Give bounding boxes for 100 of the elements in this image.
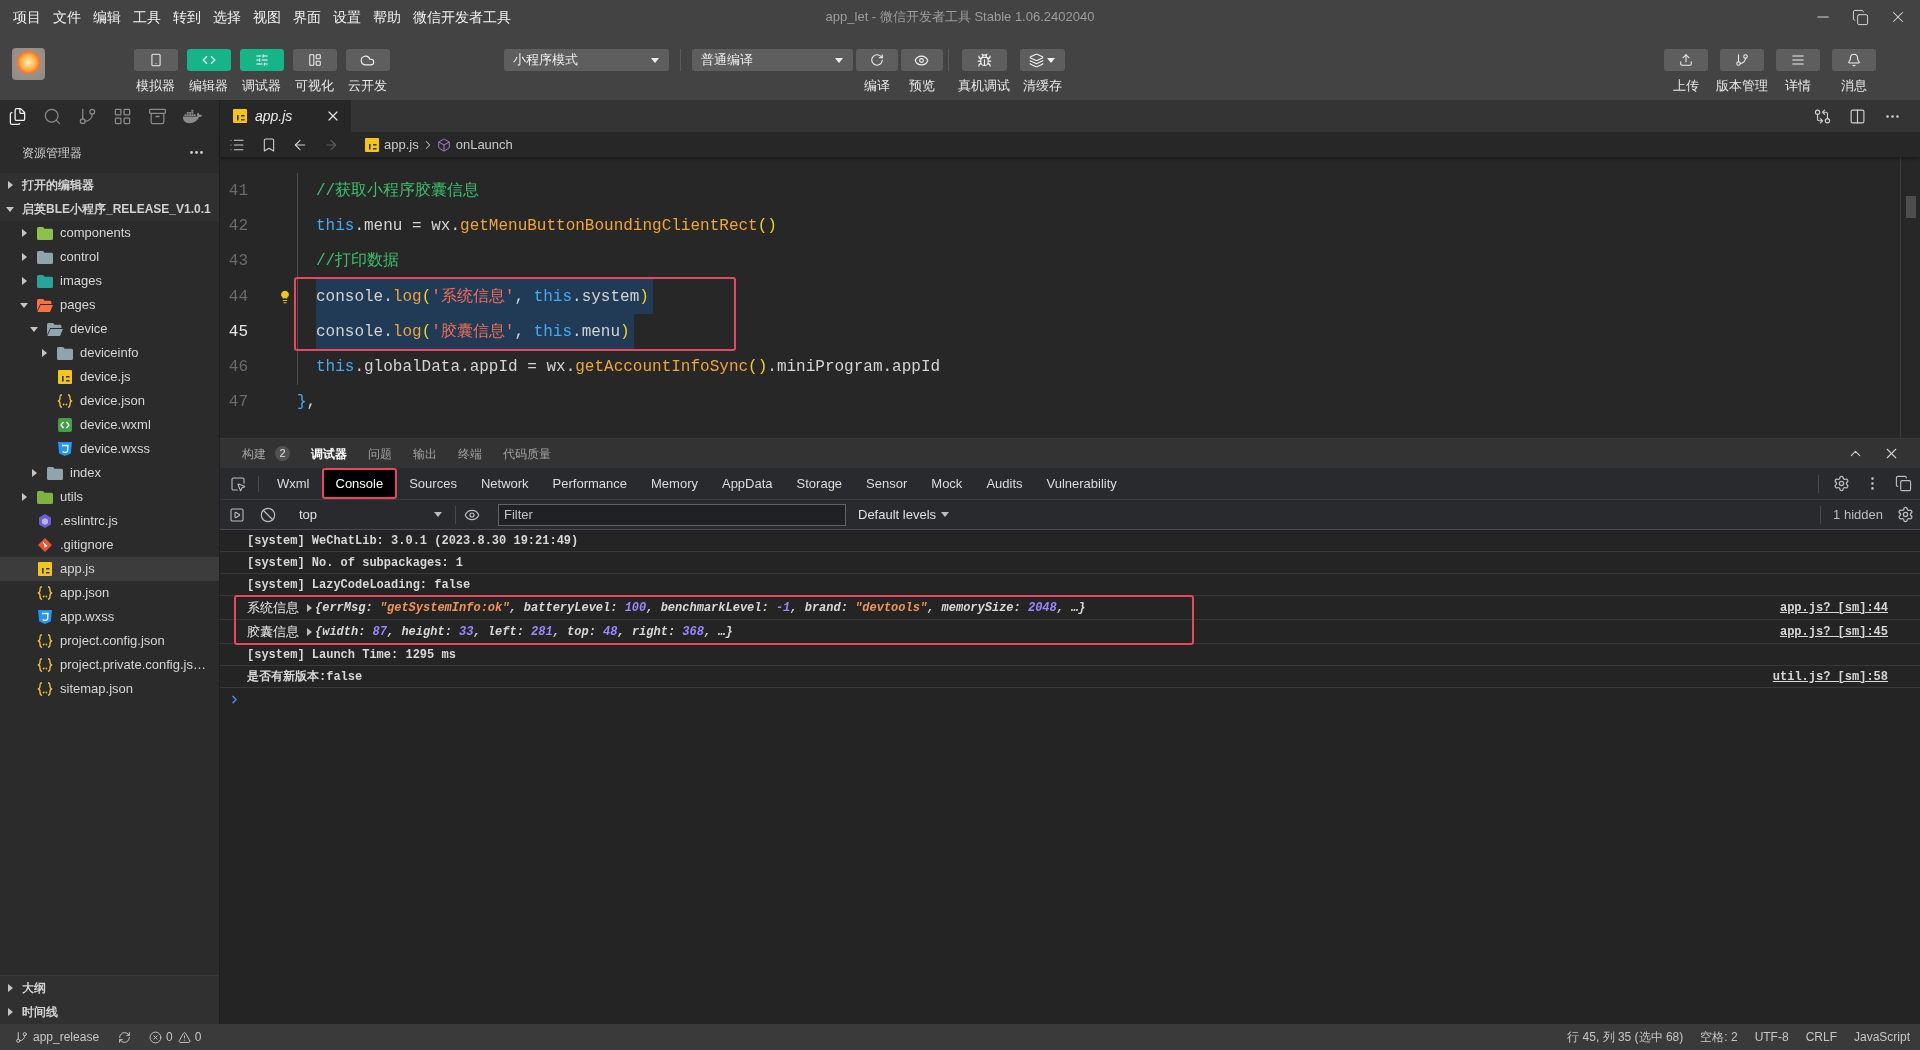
tree-item[interactable]: project.private.config.js… [0, 653, 219, 677]
tree-item[interactable]: app.json [0, 581, 219, 605]
error-icon[interactable] [149, 1030, 163, 1044]
devtools-tab[interactable]: Console [321, 468, 398, 499]
devtools-tab[interactable]: Wxml [265, 468, 322, 499]
tree-item[interactable]: device.wxss [0, 437, 219, 461]
toolbar-button[interactable] [1720, 49, 1764, 71]
caret-right-icon[interactable] [41, 349, 47, 357]
status-item[interactable]: 空格: 2 [1700, 1028, 1738, 1046]
status-item[interactable]: CRLF [1805, 1028, 1837, 1046]
toolbar-button[interactable] [186, 49, 231, 71]
caret-right-icon[interactable] [31, 469, 37, 477]
devtools-tab[interactable]: Storage [784, 468, 855, 499]
menu-item[interactable]: 文件 [53, 8, 81, 26]
breadcrumb-item[interactable]: onLaunch [455, 134, 513, 155]
panel-tab[interactable]: 调试器 [311, 444, 347, 463]
status-item[interactable]: 行 45, 列 35 (选中 68) [1567, 1028, 1684, 1046]
caret-down-icon[interactable] [6, 206, 14, 212]
devtools-tab[interactable]: Audits [974, 468, 1035, 499]
toolbar-button[interactable] [1832, 49, 1876, 71]
menu-item[interactable]: 选择 [213, 8, 241, 26]
menu-item[interactable]: 设置 [333, 8, 361, 26]
toolbar-button[interactable] [900, 49, 943, 71]
devtools-tab[interactable]: Sensor [854, 468, 920, 499]
tree-item[interactable]: app.js [0, 557, 219, 581]
section-title[interactable]: 时间线 [22, 1003, 58, 1021]
caret-right-icon[interactable] [7, 1008, 13, 1016]
devtools-tab[interactable]: Memory [639, 468, 710, 499]
toolbar-button[interactable] [292, 49, 337, 71]
panel-tab[interactable]: 构建 [242, 444, 266, 463]
search-icon[interactable] [43, 106, 62, 126]
caret-right-icon[interactable] [21, 493, 27, 501]
panel-tab[interactable]: 代码质量 [503, 444, 551, 463]
menu-item[interactable]: 编辑 [93, 8, 121, 26]
tree-item[interactable]: sitemap.json [0, 677, 219, 701]
devtools-tab[interactable]: Performance [540, 468, 639, 499]
status-item[interactable]: JavaScript [1853, 1028, 1910, 1046]
toolbar-button[interactable] [855, 49, 898, 71]
lightbulb-icon[interactable] [278, 289, 292, 304]
status-item[interactable]: UTF-8 [1754, 1028, 1789, 1046]
archive-icon[interactable] [148, 106, 167, 126]
tree-item[interactable]: images [0, 269, 219, 293]
tree-item[interactable]: .eslintrc.js [0, 509, 219, 533]
tree-item[interactable]: utils [0, 485, 219, 509]
section-title[interactable]: 大纲 [22, 979, 46, 997]
tree-item[interactable]: index [0, 461, 219, 485]
menu-item[interactable]: 工具 [133, 8, 161, 26]
tree-item[interactable]: deviceinfo [0, 341, 219, 365]
devtools-tab[interactable]: Network [468, 468, 541, 499]
menu-item[interactable]: 界面 [293, 8, 321, 26]
tree-item[interactable]: device.wxml [0, 413, 219, 437]
warning-icon[interactable] [177, 1030, 191, 1044]
tree-item[interactable]: device.json [0, 389, 219, 413]
scrollbar-thumb[interactable] [1905, 196, 1916, 218]
inspect-icon[interactable] [230, 475, 246, 492]
toolbar-button[interactable] [239, 49, 284, 71]
object-preview[interactable]: {width: 87, height: 33, left: 281, top: 48, right: 368, …} [315, 622, 733, 641]
branch-name[interactable]: app_release [33, 1028, 100, 1046]
toolbar-button[interactable] [345, 49, 390, 71]
toolbar-button[interactable] [1019, 49, 1065, 71]
mode-select[interactable]: 小程序模式 [504, 49, 669, 71]
windows-icon[interactable] [1895, 475, 1912, 492]
filter-field[interactable]: Filter [498, 503, 846, 526]
bookmark-icon[interactable] [261, 136, 277, 153]
tree-item[interactable]: device.js [0, 365, 219, 389]
object-preview[interactable]: {errMsg: "getSystemInfo:ok", batteryLevel: 100, benchmarkLevel: -1, brand: "devtools", memorySize: 2048, …} [315, 598, 1086, 617]
menu-item[interactable]: 项目 [13, 8, 41, 26]
source-link[interactable]: app.js? [sm]:44 [1779, 598, 1888, 617]
settings-icon[interactable] [1897, 506, 1914, 523]
panel-tab[interactable]: 终端 [458, 444, 482, 463]
split-icon[interactable] [1849, 107, 1866, 125]
caret-right-icon[interactable] [307, 603, 312, 612]
devtools-tab[interactable]: AppData [709, 468, 785, 499]
compare-icon[interactable] [1814, 107, 1831, 125]
compile-select[interactable]: 普通编译 [692, 49, 853, 71]
panel-tab[interactable]: 问题 [368, 444, 392, 463]
caret-down-icon[interactable] [30, 326, 38, 332]
menu-item[interactable]: 转到 [173, 8, 201, 26]
menu-item[interactable]: 视图 [253, 8, 281, 26]
tree-item[interactable]: app.wxss [0, 605, 219, 629]
tree-item[interactable]: project.config.json [0, 629, 219, 653]
caret-right-icon[interactable] [7, 181, 13, 189]
tree-item[interactable]: pages [0, 293, 219, 317]
grid-icon[interactable] [113, 106, 132, 126]
caret-right-icon[interactable] [21, 229, 27, 237]
caret-right-icon[interactable] [21, 253, 27, 261]
branch-icon[interactable] [15, 1030, 28, 1044]
caret-right-icon[interactable] [7, 984, 13, 992]
devtools-tab[interactable]: Sources [397, 468, 469, 499]
editor-tab[interactable]: app.js [220, 100, 351, 132]
caret-right-icon[interactable] [307, 627, 312, 636]
devtools-tab[interactable]: Vulnerability [1034, 468, 1129, 499]
avatar-image[interactable] [12, 48, 45, 80]
clear-icon[interactable] [260, 506, 276, 523]
tree-item[interactable]: .gitignore [0, 533, 219, 557]
tree-item[interactable]: device [0, 317, 219, 341]
files-icon[interactable] [8, 106, 27, 126]
caret-down-icon[interactable] [20, 302, 28, 308]
menu-item[interactable]: 微信开发者工具 [413, 8, 511, 26]
toolbar-button[interactable] [961, 49, 1007, 71]
